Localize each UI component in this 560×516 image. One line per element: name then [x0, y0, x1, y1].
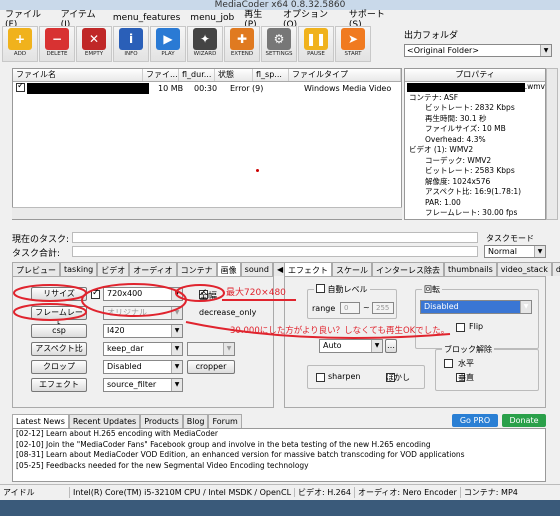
- go-pro-button[interactable]: Go PRO: [452, 414, 498, 427]
- tab-products[interactable]: Products: [140, 414, 183, 428]
- annotation-ellipse-values: [81, 283, 187, 317]
- annotation-ellipse-resize: [13, 284, 87, 302]
- tab-forum[interactable]: Forum: [208, 414, 242, 428]
- status-hardware: Intel(R) Core(TM) i5-3210M CPU / Intel M…: [70, 488, 296, 497]
- news-list: [02-12] Learn about H.265 encoding with …: [12, 428, 546, 482]
- tab-latest-news[interactable]: Latest News: [12, 414, 69, 428]
- donate-label: Donate: [509, 416, 539, 425]
- status-video: ビデオ: H.264: [295, 487, 355, 498]
- donate-button[interactable]: Donate: [502, 414, 546, 427]
- go-pro-label: Go PRO: [459, 416, 491, 425]
- list-item[interactable]: [02-10] Join the "MediaCoder Fans" Faceb…: [13, 440, 545, 451]
- annotation-max-text: 最大720×480: [226, 288, 286, 298]
- news-tabs: Latest News Recent Updates Products Blog…: [12, 414, 242, 428]
- status-bar: アイドル Intel(R) Core(TM) i5-3210M CPU / In…: [0, 484, 560, 500]
- annotation-ellipse-lock: [175, 284, 225, 302]
- os-taskbar: [0, 500, 560, 516]
- status-audio: オーディオ: Nero Encoder: [355, 487, 461, 498]
- status-state: アイドル: [0, 487, 70, 498]
- tab-recent-updates[interactable]: Recent Updates: [68, 414, 141, 428]
- annotation-ellipse-framerate: [13, 303, 87, 321]
- list-item[interactable]: [05-25] Feedbacks needed for the new Seg…: [13, 461, 545, 472]
- tab-blog[interactable]: Blog: [182, 414, 209, 428]
- list-item[interactable]: [02-12] Learn about H.265 encoding with …: [13, 429, 545, 440]
- list-item[interactable]: [08-31] Learn about MediaCoder VOD Editi…: [13, 450, 545, 461]
- status-container: コンテナ: MP4: [463, 488, 518, 497]
- annotation-note-text: 30.000にした方がより良い？しなくても再生OKでした。: [230, 326, 450, 336]
